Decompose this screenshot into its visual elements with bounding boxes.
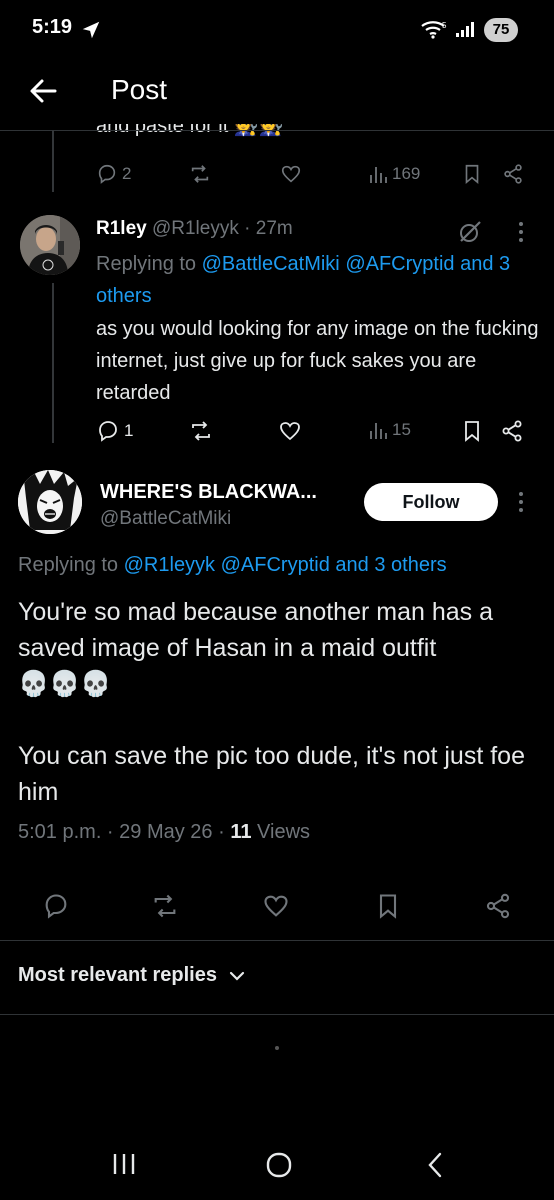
reply-text: as you would looking for any image on th… [96,318,539,404]
avatar[interactable] [18,470,82,534]
divider [0,1014,554,1015]
share-button[interactable] [500,419,524,443]
post-time: · 27m [244,218,293,239]
bookmark-icon [379,894,397,919]
views-count: 15 [392,420,411,439]
sort-replies-dropdown[interactable]: Most relevant replies [18,964,245,987]
bookmark-button[interactable] [462,419,482,443]
reply-actions: 1 15 [0,416,554,448]
repost-icon [192,421,210,441]
bookmark-button[interactable] [376,892,400,920]
mention-link[interactable]: @BattleCatMiki [202,253,340,275]
repost-button[interactable] [150,892,180,920]
chevron-left-icon [428,1152,442,1178]
views-button[interactable]: 15 [368,419,411,441]
display-name[interactable]: WHERE'S BLACKWA... [100,481,317,504]
recent-apps-button[interactable] [110,1150,138,1178]
status-time: 5:19 [32,16,73,38]
views-icon [370,423,387,439]
post-text: You're so mad because another man has a … [18,598,493,662]
more-vertical-icon [519,222,523,242]
signal-icon [455,20,479,38]
reply-icon [45,894,67,919]
views-label: Views [257,821,311,843]
post-text-second: You can save the pic too dude, it's not … [18,742,525,806]
share-button[interactable] [484,892,512,920]
more-options-button[interactable] [514,220,528,244]
mention-link[interactable]: @AFCryptid [221,554,330,576]
grok-icon [460,221,481,242]
views-count: 169 [392,164,421,183]
like-button[interactable] [278,419,302,443]
wifi-icon: 5 [420,18,450,40]
recent-apps-icon [113,1154,135,1174]
views-icon [370,167,387,183]
partial-post-actions: 2 169 [0,160,554,192]
reply-icon [98,164,116,184]
bookmark-icon [465,164,479,185]
user-handle[interactable]: @R1leyyk [152,218,239,239]
system-navigation-bar [0,1120,554,1200]
avatar-photo-icon [20,215,80,275]
system-back-button[interactable] [424,1150,446,1180]
loading-indicator [275,1046,279,1050]
heart-icon [281,165,301,183]
heart-icon [264,895,288,917]
reply-icon [99,421,117,442]
reply-button[interactable] [42,892,70,920]
more-options-button[interactable] [514,490,528,514]
back-button[interactable] [28,76,58,106]
reply-count: 1 [124,421,134,440]
status-bar: 5:19 5 75 [0,0,554,60]
battery-indicator: 75 [484,18,518,42]
repost-button[interactable] [188,419,214,443]
reply-button[interactable]: 2 [96,163,131,185]
header-divider [0,130,554,131]
bookmark-button[interactable] [462,163,482,185]
share-icon [504,164,522,184]
svg-text:5: 5 [442,21,447,30]
repost-icon [191,165,209,183]
bookmark-icon [465,421,479,442]
partial-post-text-clip: and paste for it 🧑‍🔧🧑‍🔧 [0,124,554,150]
repost-icon [154,894,176,918]
post-meta: 5:01 p.m. · 29 May 26 · 11 Views [18,821,310,844]
repost-button[interactable] [188,163,212,185]
sort-label: Most relevant replies [18,964,217,986]
share-button[interactable] [502,163,524,185]
chevron-down-icon [229,971,245,981]
mention-link[interactable]: @R1leyyk [124,554,215,576]
follow-button[interactable]: Follow [364,483,498,521]
divider [0,940,554,941]
others-link[interactable]: and 3 others [335,554,446,576]
views-button[interactable]: 169 [368,163,420,185]
display-name[interactable]: R1ley [96,218,147,239]
share-icon [486,893,510,919]
skull-emoji: 💀💀💀 [18,670,112,698]
reply-button[interactable]: 1 [96,419,133,443]
more-vertical-icon [519,492,523,512]
replying-to-line: Replying to @R1leyyk @AFCryptid and 3 ot… [18,554,447,576]
views-count: 11 [230,821,252,843]
home-button[interactable] [264,1150,294,1180]
home-icon [266,1152,292,1178]
back-arrow-icon [30,79,57,103]
avatar[interactable] [20,215,80,275]
avatar-manga-icon [18,470,82,534]
like-button[interactable] [262,892,290,920]
mention-link[interactable]: @AFCryptid [345,253,454,275]
location-arrow-icon [80,19,102,41]
user-handle[interactable]: @BattleCatMiki [100,508,231,530]
grok-button[interactable] [456,218,484,246]
reply-count: 2 [122,164,132,183]
post-timestamp: 5:01 p.m. · 29 May 26 · [18,821,225,843]
partial-post-text: and paste for it 🧑‍🔧🧑‍🔧 [96,124,284,142]
share-icon [502,420,522,442]
heart-icon [280,422,300,441]
reply-header: R1ley @R1leyyk · 27m [96,218,293,240]
main-post-actions [0,890,554,922]
replying-to-line: Replying to @BattleCatMiki @AFCryptid an… [96,253,511,307]
page-title: Post [111,74,168,105]
like-button[interactable] [280,163,302,185]
